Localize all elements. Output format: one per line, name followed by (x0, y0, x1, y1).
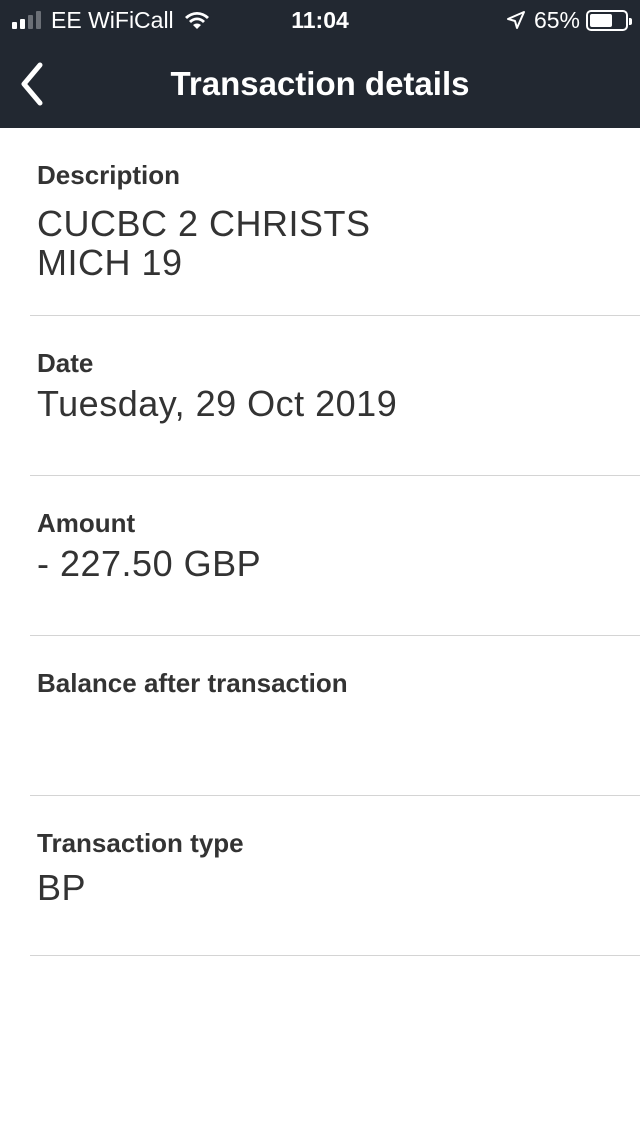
status-right: 65% (506, 0, 632, 40)
status-bar: EE WiFiCall 11:04 65% (0, 0, 640, 40)
chevron-left-icon (21, 62, 43, 106)
page-title: Transaction details (170, 65, 470, 102)
transaction-type-label: Transaction type (37, 828, 244, 858)
back-button[interactable] (10, 56, 54, 112)
amount-label: Amount (37, 508, 136, 538)
transaction-details: Description CUCBC 2 CHRISTS MICH 19 Date… (0, 128, 640, 956)
transaction-type-value: BP (37, 867, 87, 908)
location-arrow-icon (506, 11, 525, 29)
amount-section: Amount - 227.50 GBP (30, 476, 640, 636)
date-label: Date (37, 348, 94, 378)
nav-header: Transaction details (0, 40, 640, 128)
description-line-2: MICH 19 (37, 242, 183, 283)
description-label: Description (37, 160, 181, 190)
description-section: Description CUCBC 2 CHRISTS MICH 19 (30, 128, 640, 316)
date-section: Date Tuesday, 29 Oct 2019 (30, 316, 640, 476)
screen: EE WiFiCall 11:04 65% Transaction detail… (0, 0, 640, 1136)
description-line-1: CUCBC 2 CHRISTS (37, 203, 371, 244)
date-value: Tuesday, 29 Oct 2019 (37, 383, 398, 424)
battery-icon (586, 9, 632, 31)
transaction-type-section: Transaction type BP (30, 796, 640, 956)
amount-value: - 227.50 GBP (37, 543, 262, 584)
top-bar: EE WiFiCall 11:04 65% Transaction detail… (0, 0, 640, 128)
balance-section: Balance after transaction (30, 636, 640, 796)
description-value: CUCBC 2 CHRISTS MICH 19 (37, 204, 457, 282)
battery-percent: 65% (533, 7, 580, 33)
balance-label: Balance after transaction (37, 668, 348, 698)
